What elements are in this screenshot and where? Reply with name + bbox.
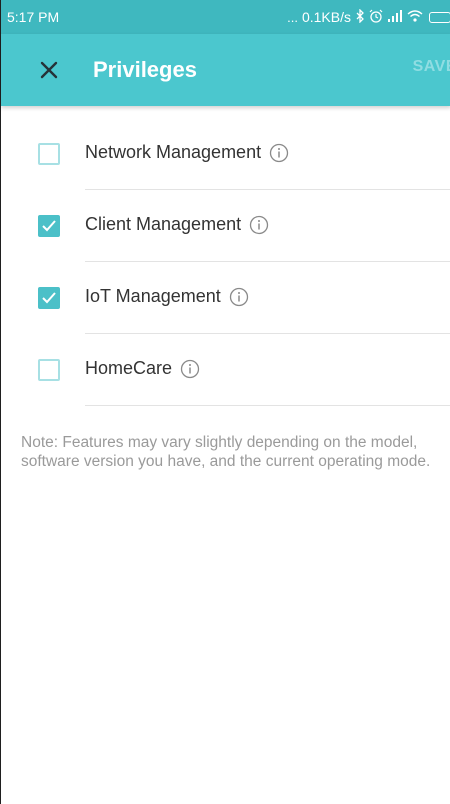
privilege-row-network-management[interactable]: Network Management — [1, 118, 450, 190]
save-button[interactable]: SAVE — [413, 58, 450, 76]
row-divider — [85, 405, 450, 406]
info-icon[interactable] — [180, 359, 200, 379]
info-icon[interactable] — [229, 287, 249, 307]
network-management-checkbox[interactable] — [38, 143, 60, 165]
privilege-label-row: Client Management — [85, 214, 269, 235]
checkmark-icon — [42, 220, 56, 232]
page-title: Privileges — [93, 57, 197, 82]
iot-management-checkbox[interactable] — [38, 287, 60, 309]
privilege-label: Client Management — [85, 214, 242, 234]
privilege-row-iot-management[interactable]: IoT Management — [1, 262, 450, 334]
status-bar: 5:17 PM ... 0.1KB/s — [1, 0, 450, 34]
more-dots: ... — [287, 9, 298, 25]
info-icon[interactable] — [249, 215, 269, 235]
status-time: 5:17 PM — [7, 9, 60, 25]
privilege-label-row: IoT Management — [85, 286, 249, 307]
privilege-label: HomeCare — [85, 358, 173, 378]
close-button[interactable] — [29, 50, 69, 90]
info-icon[interactable] — [269, 143, 289, 163]
signal-icon — [387, 9, 403, 25]
privilege-label: IoT Management — [85, 286, 221, 306]
features-note: Note: Features may vary slightly dependi… — [21, 434, 431, 470]
network-speed: 0.1KB/s — [301, 9, 351, 25]
alarm-icon — [369, 9, 383, 26]
privilege-row-client-management[interactable]: Client Management — [1, 190, 450, 262]
privilege-row-homecare[interactable]: HomeCare — [1, 334, 450, 406]
checkmark-icon — [42, 292, 56, 304]
privilege-label-row: HomeCare — [85, 358, 200, 379]
wifi-icon — [407, 9, 423, 25]
privileges-list: Network Management Client Management IoT… — [1, 118, 450, 406]
client-management-checkbox[interactable] — [38, 215, 60, 237]
close-icon — [40, 61, 58, 79]
app-bar: Privileges SAVE — [1, 34, 450, 106]
status-icons: ... 0.1KB/s — [287, 7, 450, 26]
privilege-label: Network Management — [85, 142, 262, 162]
battery-icon — [429, 11, 450, 23]
bluetooth-icon — [355, 7, 365, 26]
homecare-checkbox[interactable] — [38, 359, 60, 381]
privilege-label-row: Network Management — [85, 142, 289, 163]
